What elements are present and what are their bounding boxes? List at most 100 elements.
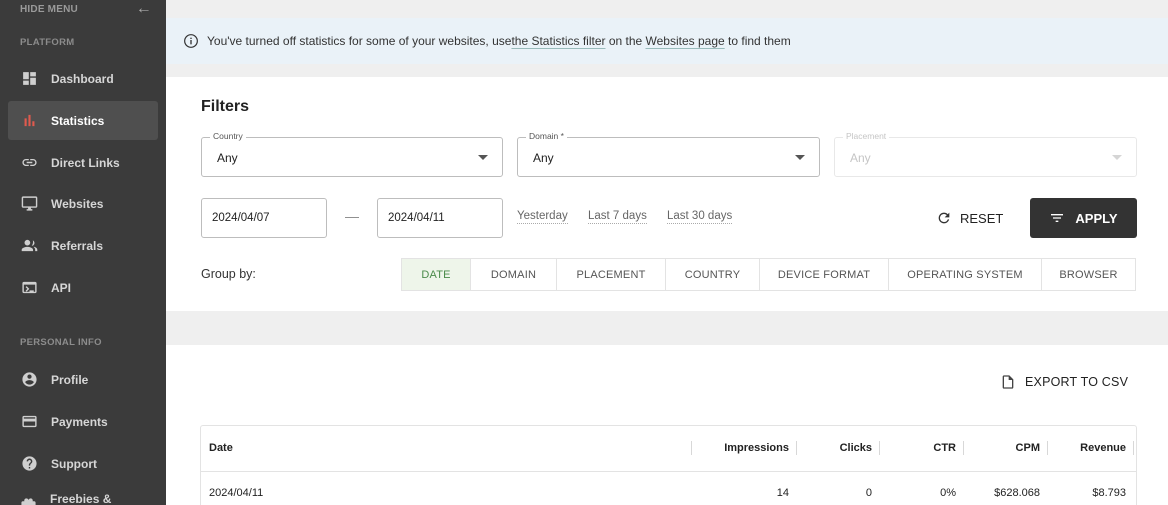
cell-date: 2024/04/11 [209,487,264,499]
domain-select[interactable]: Domain * Any [517,131,820,177]
cell-clicks: 0 [865,487,872,499]
column-separator [691,441,692,455]
group-by-domain[interactable]: DOMAIN [471,259,557,290]
country-label: Country [210,131,246,141]
group-by-country[interactable]: COUNTRY [666,259,760,290]
placement-select: Placement Any [834,131,1137,177]
credit-card-icon [20,413,38,431]
personal-info-section-label: PERSONAL INFO [20,337,102,348]
hide-menu-button[interactable]: HIDE MENU ← [20,0,152,17]
export-csv-label: EXPORT TO CSV [1025,375,1129,389]
arrow-left-icon: ← [135,0,152,17]
gift-icon [20,497,37,505]
group-by-date[interactable]: DATE [402,259,471,290]
dashboard-icon [20,70,38,88]
sidebar-item-label: Support [51,456,97,471]
sidebar-item-label: Freebies & bonuses [50,491,112,505]
cell-impressions: 14 [776,487,789,499]
sidebar-item-label: Payments [51,414,108,429]
link-icon [20,154,38,172]
sidebar-item-label: API [51,280,72,295]
sidebar-item-label: Referrals [51,238,104,253]
group-by-browser[interactable]: BROWSER [1042,259,1135,290]
column-separator [796,441,797,455]
sidebar-item-websites[interactable]: Websites [8,184,158,223]
column-header-revenue[interactable]: Revenue [1080,442,1126,454]
export-csv-button[interactable]: EXPORT TO CSV [1000,374,1128,390]
country-value: Any [217,151,238,165]
filter-list-icon [1051,214,1064,222]
date-to-input[interactable] [377,198,503,238]
country-select[interactable]: Country Any [201,131,503,177]
reset-label: RESET [960,210,1004,226]
domain-label: Domain * [526,131,567,141]
refresh-icon [938,212,950,224]
last-7-days-link[interactable]: Last 7 days [588,210,647,224]
domain-value: Any [533,151,554,165]
cell-ctr: 0% [940,487,956,499]
account-circle-icon [20,371,38,389]
group-by-placement[interactable]: PLACEMENT [557,259,666,290]
filters-card: Filters Country Any Domain * Any Placeme… [166,77,1168,311]
cell-cpm: $628.068 [994,487,1040,499]
banner-text-before: You've turned off statistics for some of… [207,34,512,48]
apply-button[interactable]: APPLY [1030,198,1137,238]
caret-down-icon [1112,155,1122,160]
placement-value: Any [850,151,871,165]
people-icon [20,237,38,255]
sidebar-item-statistics[interactable]: Statistics [8,101,158,140]
help-icon [20,455,38,473]
info-icon [184,34,198,48]
sidebar-item-profile[interactable]: Profile [8,360,158,399]
statistics-table: Date Impressions Clicks CTR CPM Revenue … [200,425,1137,505]
group-by-operating-system[interactable]: OPERATING SYSTEM [889,259,1042,290]
column-header-impressions[interactable]: Impressions [724,442,789,454]
column-separator [1047,441,1048,455]
info-banner: You've turned off statistics for some of… [166,18,1168,64]
date-range-separator: — [345,208,359,224]
last-30-days-link[interactable]: Last 30 days [667,210,733,224]
bar-chart-icon [20,112,38,130]
column-header-cpm[interactable]: CPM [1016,442,1040,454]
table-header: Date Impressions Clicks CTR CPM Revenue [201,426,1136,472]
sidebar-item-api[interactable]: API [8,268,158,307]
group-by-device-format[interactable]: DEVICE FORMAT [760,259,889,290]
column-header-date[interactable]: Date [209,442,233,454]
yesterday-link[interactable]: Yesterday [517,210,568,224]
statistics-filter-link[interactable]: the Statistics filter [511,34,605,48]
column-header-clicks[interactable]: Clicks [840,442,872,454]
sidebar-item-label: Direct Links [51,155,120,170]
file-icon [1002,375,1014,389]
filters-title: Filters [201,98,250,115]
sidebar-item-direct-links[interactable]: Direct Links [8,143,158,182]
caret-down-icon [795,155,805,160]
column-separator [1133,441,1134,455]
websites-page-link[interactable]: Websites page [646,34,725,48]
date-from-input[interactable] [201,198,327,238]
sidebar-item-payments[interactable]: Payments [8,402,158,441]
banner-text-mid: on the [605,34,646,48]
sidebar-item-label: Dashboard [51,71,114,86]
sidebar-item-support[interactable]: Support [8,444,158,483]
reset-button[interactable]: RESET [936,198,1010,238]
sidebar-item-freebies[interactable]: Freebies & bonuses [8,486,158,505]
sidebar-item-dashboard[interactable]: Dashboard [8,59,158,98]
group-by-toggle: DATE DOMAIN PLACEMENT COUNTRY DEVICE FOR… [401,258,1136,291]
sidebar-item-label: Statistics [51,113,105,128]
banner-text-after: to find them [724,34,791,48]
cell-revenue: $8.793 [1092,487,1126,499]
apply-label: APPLY [1075,210,1118,226]
hide-menu-label: HIDE MENU [20,3,78,15]
sidebar-item-label: Websites [51,196,104,211]
placement-label: Placement [843,131,890,141]
sidebar-item-label: Profile [51,372,89,387]
sidebar-item-referrals[interactable]: Referrals [8,226,158,265]
monitor-icon [20,195,38,213]
column-separator [879,441,880,455]
sidebar: HIDE MENU ← PLATFORM Dashboard Statistic… [0,0,166,505]
terminal-icon [20,279,38,297]
column-separator [963,441,964,455]
column-header-ctr[interactable]: CTR [933,442,956,454]
group-by-label: Group by: [201,267,256,281]
results-card: EXPORT TO CSV Date Impressions Clicks CT… [166,345,1168,505]
